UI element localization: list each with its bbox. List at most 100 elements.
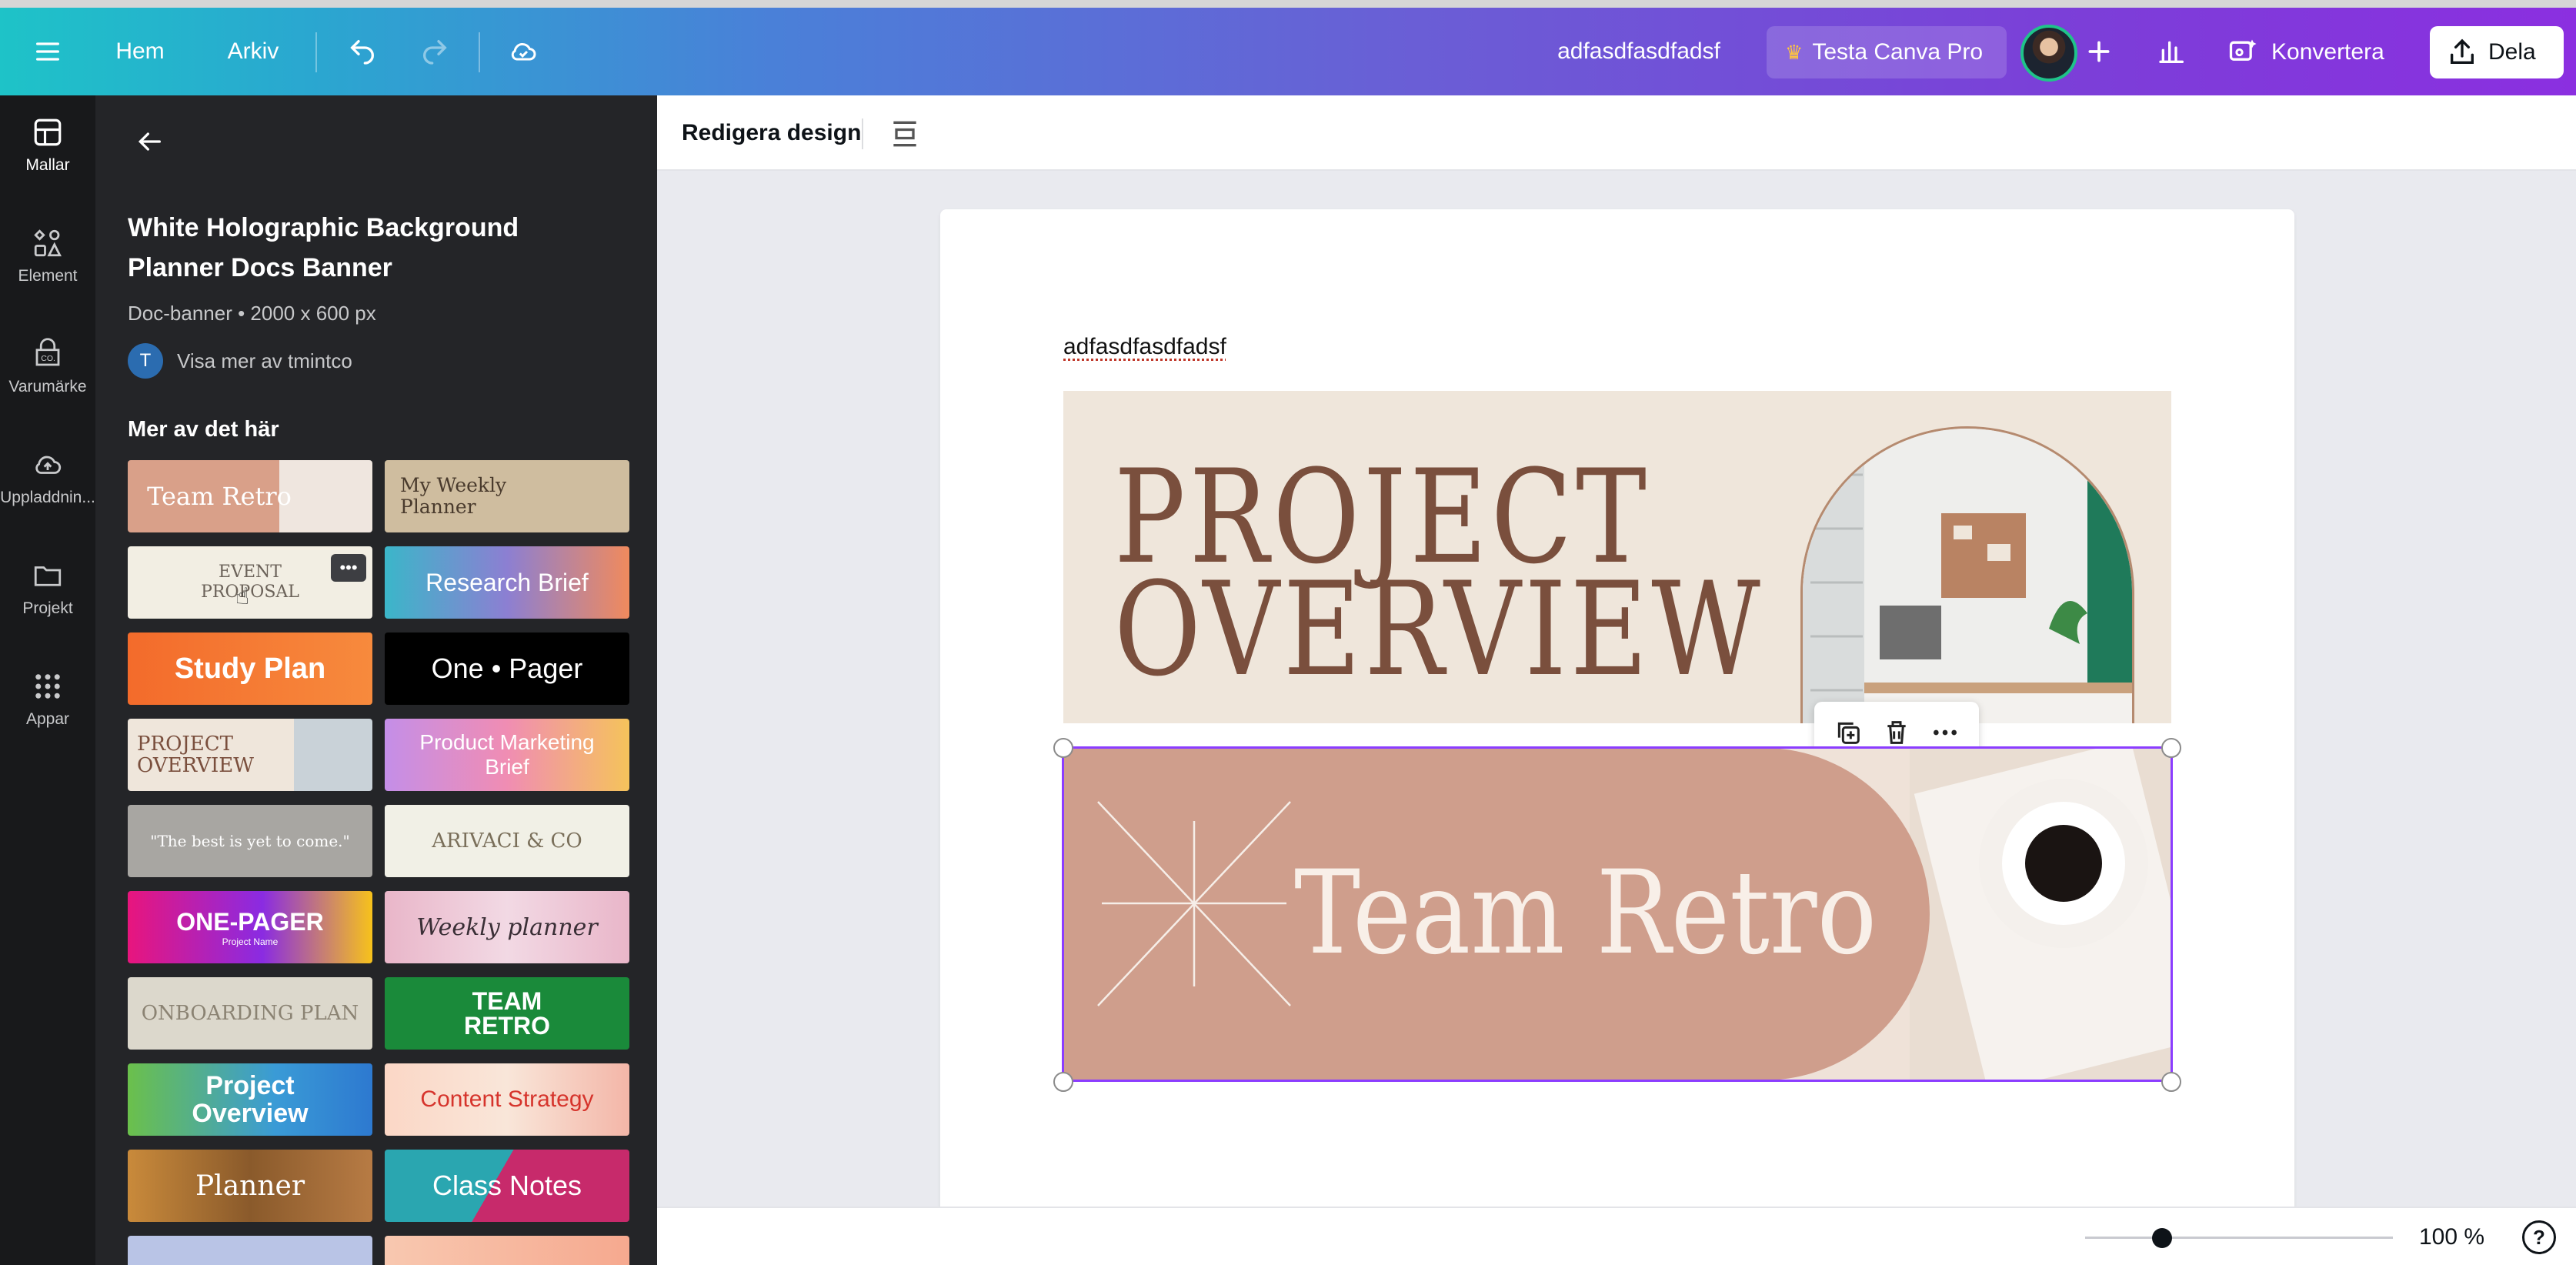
zoom-slider-knob[interactable] bbox=[2152, 1228, 2172, 1248]
template-thumb-partial-1[interactable] bbox=[128, 1236, 372, 1265]
header-divider-2 bbox=[479, 32, 480, 72]
header-divider bbox=[315, 32, 317, 72]
team-retro-banner[interactable]: Team Retro bbox=[1063, 748, 2171, 1080]
cloud-check-icon bbox=[511, 43, 536, 61]
author-avatar: T bbox=[128, 343, 163, 379]
rail-item-elements[interactable]: Element bbox=[0, 206, 95, 306]
share-button[interactable]: Dela bbox=[2430, 26, 2564, 78]
thumb-label: Product Marketing Brief bbox=[419, 730, 595, 779]
thumb-more-button[interactable]: ••• bbox=[331, 554, 366, 582]
template-thumb-weekly-planner[interactable]: My Weekly Planner bbox=[385, 460, 629, 532]
template-thumb-team-retro[interactable]: Team Retro bbox=[128, 460, 372, 532]
rail-label-brand: Varumärke bbox=[8, 378, 87, 396]
template-thumb-best-is-yet[interactable]: "The best is yet to come." bbox=[128, 805, 372, 877]
banner-title-line2: OVERVIEW bbox=[1114, 554, 1764, 705]
edit-design-button[interactable]: Redigera design bbox=[682, 95, 861, 171]
context-toolbar: Redigera design bbox=[657, 95, 2576, 171]
template-thumb-one-pager[interactable]: One • Pager bbox=[385, 632, 629, 705]
editor-canvas[interactable]: adfasdfasdfadsf PROJECT OVERVIEW Team Re… bbox=[657, 171, 2576, 1207]
undo-button[interactable] bbox=[339, 8, 386, 95]
duplicate-icon[interactable] bbox=[1833, 717, 1864, 748]
thumb-label: Weekly planner bbox=[416, 913, 598, 941]
position-icon[interactable] bbox=[888, 117, 922, 151]
toolbar-divider bbox=[862, 118, 863, 149]
rail-item-templates[interactable]: Mallar bbox=[0, 95, 95, 195]
template-thumb-arivaci[interactable]: ARIVACI & CO bbox=[385, 805, 629, 877]
template-thumb-class-notes[interactable]: Class Notes bbox=[385, 1150, 629, 1222]
template-thumb-project-overview[interactable]: PROJECT OVERVIEW bbox=[128, 719, 372, 791]
template-thumb-research-brief[interactable]: Research Brief bbox=[385, 546, 629, 619]
template-thumb-content-strategy[interactable]: Content Strategy bbox=[385, 1063, 629, 1136]
svg-text:CO.: CO. bbox=[41, 354, 55, 363]
menu-button[interactable] bbox=[18, 8, 77, 95]
template-meta: Doc-banner • 2000 x 600 px bbox=[128, 302, 376, 325]
trash-icon[interactable] bbox=[1881, 717, 1912, 748]
thumb-label: Study Plan bbox=[174, 652, 326, 685]
window-top-strip bbox=[0, 0, 2576, 8]
rail-label-elements: Element bbox=[18, 267, 78, 285]
project-overview-banner[interactable]: PROJECT OVERVIEW bbox=[1063, 391, 2171, 723]
thumb-label: ONE-PAGER bbox=[176, 907, 324, 936]
template-thumb-study-plan[interactable]: Study Plan bbox=[128, 632, 372, 705]
nav-file[interactable]: Arkiv bbox=[208, 8, 299, 95]
more-icon[interactable] bbox=[1930, 717, 1960, 748]
resize-handle-bl[interactable] bbox=[1053, 1072, 1073, 1092]
folder-icon bbox=[34, 566, 62, 586]
convert-button[interactable]: Konvertera bbox=[2216, 26, 2408, 78]
thumb-label: ARIVACI & CO bbox=[432, 829, 582, 853]
apps-grid-icon bbox=[35, 674, 60, 699]
plus-icon bbox=[2088, 41, 2110, 62]
template-thumb-partial-2[interactable] bbox=[385, 1236, 629, 1265]
rail-item-projects[interactable]: Projekt bbox=[0, 539, 95, 639]
template-title: White Holographic Background Planner Doc… bbox=[128, 213, 519, 282]
try-canva-pro-button[interactable]: ♛ Testa Canva Pro bbox=[1767, 26, 2007, 78]
templates-panel: White Holographic Background Planner Doc… bbox=[95, 95, 657, 1265]
template-thumb-weekly-planner-2[interactable]: Weekly planner bbox=[385, 891, 629, 963]
template-thumb-project-overview-color[interactable]: Project Overview bbox=[128, 1063, 372, 1136]
template-thumb-product-marketing-brief[interactable]: Product Marketing Brief bbox=[385, 719, 629, 791]
thumb-sublabel: Project Name bbox=[222, 936, 279, 947]
rail-item-uploads[interactable]: Uppladdnin... bbox=[0, 428, 95, 528]
thumb-label: Team Retro bbox=[147, 482, 292, 511]
thumb-label: Planner bbox=[195, 1170, 305, 1202]
left-rail: Mallar Element CO. Varumärke Uppladdnin.… bbox=[0, 95, 95, 1265]
resize-handle-tl[interactable] bbox=[1053, 738, 1073, 758]
nav-home[interactable]: Hem bbox=[100, 8, 180, 95]
template-thumb-onboarding-plan[interactable]: ONBOARDING PLAN bbox=[128, 977, 372, 1050]
hamburger-icon bbox=[36, 42, 60, 61]
back-button[interactable] bbox=[126, 118, 172, 165]
resize-handle-tr[interactable] bbox=[2161, 738, 2181, 758]
document-page[interactable]: adfasdfasdfadsf PROJECT OVERVIEW Team Re… bbox=[940, 209, 2294, 1207]
template-thumb-team-retro-green[interactable]: TEAM RETRO bbox=[385, 977, 629, 1050]
rail-label-uploads: Uppladdnin... bbox=[0, 489, 95, 506]
thumb-label: Class Notes bbox=[432, 1170, 582, 1201]
cursor-hand-icon: ☝ bbox=[235, 584, 250, 609]
add-collaborator-button[interactable] bbox=[2077, 8, 2121, 95]
zoom-level[interactable]: 100 % bbox=[2419, 1208, 2484, 1265]
document-text[interactable]: adfasdfasdfadsf bbox=[1063, 334, 1226, 360]
help-button[interactable]: ? bbox=[2522, 1220, 2556, 1254]
author-link-label: Visa mer av tmintco bbox=[177, 349, 352, 372]
bar-chart-icon bbox=[2159, 41, 2184, 64]
insights-button[interactable] bbox=[2147, 8, 2197, 95]
thumb-label: My Weekly Planner bbox=[400, 474, 507, 518]
resize-handle-br[interactable] bbox=[2161, 1072, 2181, 1092]
shapes-icon bbox=[34, 229, 62, 257]
author-link[interactable]: T Visa mer av tmintco bbox=[128, 343, 352, 379]
banner-team-retro-title: Team Retro bbox=[1294, 846, 1877, 980]
convert-icon bbox=[2229, 39, 2257, 61]
template-thumb-planner[interactable]: Planner bbox=[128, 1150, 372, 1222]
cloud-upload-icon bbox=[35, 456, 62, 474]
user-avatar[interactable] bbox=[2020, 25, 2077, 82]
template-thumb-event-proposal[interactable]: EVENT PROPOSAL ••• ☝ bbox=[128, 546, 372, 619]
zoom-slider-track[interactable] bbox=[2085, 1237, 2393, 1239]
cloud-save-button[interactable] bbox=[499, 8, 548, 95]
redo-button[interactable] bbox=[411, 8, 459, 95]
rail-label-templates: Mallar bbox=[25, 156, 70, 174]
rail-item-apps[interactable]: Appar bbox=[0, 649, 95, 749]
rail-label-apps: Appar bbox=[25, 710, 70, 728]
section-heading: Mer av det här bbox=[128, 417, 279, 442]
template-thumb-one-pager-bold[interactable]: ONE-PAGER Project Name bbox=[128, 891, 372, 963]
rail-item-brand[interactable]: CO. Varumärke bbox=[0, 317, 95, 417]
document-title[interactable]: adfasdfasdfadsf bbox=[1531, 8, 1747, 95]
